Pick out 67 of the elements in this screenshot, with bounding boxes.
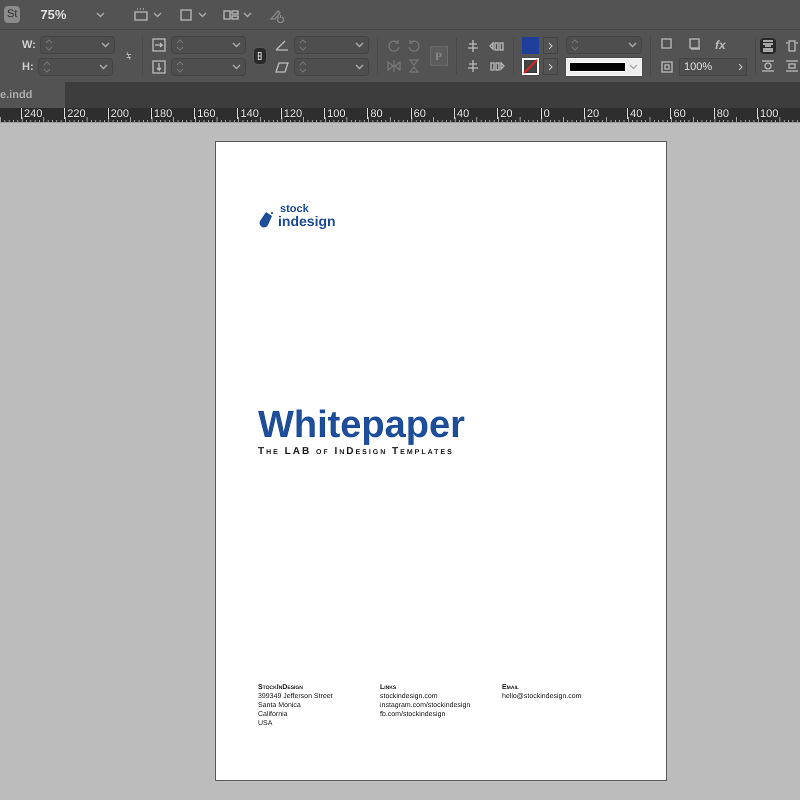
wrap-around-icon[interactable] [760, 38, 776, 54]
ruler-label: 120 [284, 108, 302, 119]
chevron-down-icon [98, 64, 108, 70]
height-label: H: [22, 60, 34, 75]
chevron-down-icon [628, 64, 638, 70]
stock-badge[interactable]: St [4, 6, 20, 23]
number-field[interactable] [171, 58, 246, 76]
chevron-down-icon [354, 42, 364, 48]
ruler-label: 60 [414, 108, 426, 119]
ruler-label: 140 [240, 108, 259, 119]
fill-menu-button[interactable] [542, 37, 558, 54]
effects-icon[interactable]: fx [714, 36, 726, 54]
chevron-down-icon [232, 42, 242, 48]
ruler-label: 220 [67, 108, 86, 119]
opacity-icon[interactable] [658, 59, 675, 75]
number-field[interactable] [294, 36, 369, 54]
jump-object-icon[interactable] [784, 58, 800, 74]
wrap-box-icon[interactable] [784, 38, 800, 54]
chevron-down-icon [198, 12, 208, 18]
number-field[interactable] [38, 58, 113, 76]
ruler-label: 100 [760, 108, 778, 119]
chevron-down-icon [153, 12, 162, 18]
logo-text: stock [279, 204, 310, 215]
number-field[interactable] [171, 36, 246, 54]
vertical-scale-icon[interactable] [151, 59, 168, 75]
ruler-label: 80 [370, 108, 383, 119]
no-stroke-swatch[interactable] [522, 58, 539, 75]
screen-mode-icon[interactable] [133, 6, 150, 22]
ruler-label: 40 [456, 108, 470, 119]
number-field[interactable] [566, 36, 642, 54]
document-subtitle: The LAB of InDesign Templates [258, 446, 455, 458]
chevron-down-icon [100, 42, 110, 48]
flask-logo-icon [258, 210, 275, 228]
ruler-label: 100 [327, 108, 346, 119]
stroke-type-dropdown[interactable] [566, 58, 642, 76]
wrap-shape-icon[interactable] [760, 58, 776, 74]
number-field[interactable] [40, 36, 115, 54]
zoom-dropdown[interactable]: 75% [32, 4, 106, 24]
chevron-down-icon [232, 64, 242, 70]
ruler-label: 200 [110, 108, 129, 119]
chain-link-icon[interactable] [254, 48, 266, 64]
stroke-menu-button[interactable] [542, 58, 558, 75]
ruler-label: 20 [500, 108, 513, 119]
ruler-label: 160 [197, 108, 216, 119]
chevron-down-icon [96, 12, 106, 18]
drop-shadow-icon[interactable] [686, 36, 703, 52]
ruler-label: 40 [630, 108, 642, 119]
ruler-label: 80 [716, 108, 729, 119]
number-field[interactable] [294, 58, 369, 76]
width-label: W: [22, 38, 36, 53]
ruler-label: 60 [673, 108, 686, 119]
ruler-label: 20 [586, 108, 600, 119]
horizontal-scale-icon[interactable] [151, 37, 168, 53]
chevron-down-icon [243, 12, 252, 18]
fill-swatch[interactable] [522, 37, 539, 54]
ruler-label: 0 [544, 108, 550, 119]
logo-text: indesign [278, 214, 336, 228]
ruler-label: 180 [154, 108, 172, 119]
document-tab[interactable]: e.indd [0, 82, 65, 108]
chevron-right-icon [548, 42, 553, 50]
chevron-right-icon [548, 62, 553, 70]
frame-view-icon[interactable] [178, 6, 194, 22]
chevron-down-icon [354, 64, 364, 70]
opacity-field[interactable]: 100% [678, 58, 747, 76]
chevron-down-icon [628, 42, 637, 48]
ruler-label: 240 [24, 108, 42, 119]
document-title: Whitepaper [258, 404, 466, 446]
